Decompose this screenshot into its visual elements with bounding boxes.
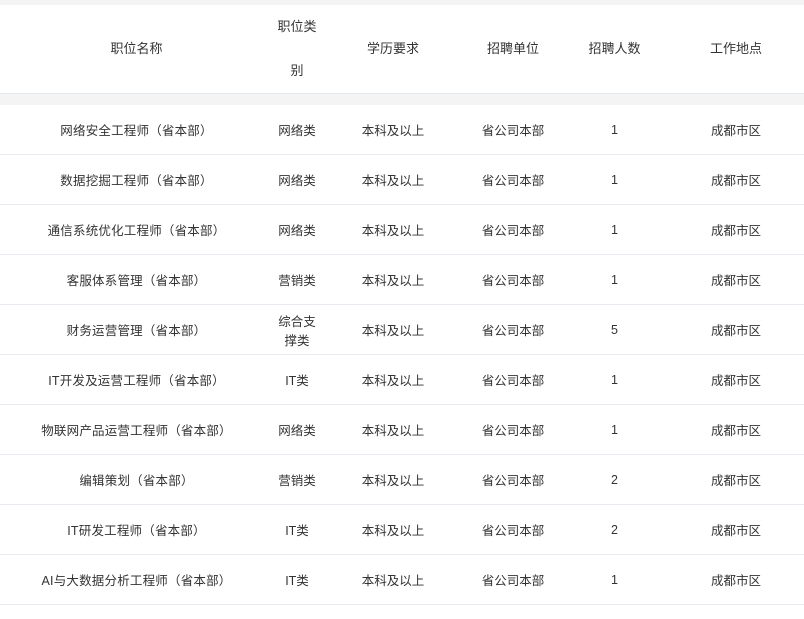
table-header-row: 职位名称 职位类别 学历要求 招聘单位 招聘人数 工作地点 xyxy=(0,5,804,94)
cell-education: 本科及以上 xyxy=(321,404,465,455)
cell-position-name: 物联网产品运营工程师（省本部） xyxy=(0,404,273,455)
cell-position-category: IT类 xyxy=(273,354,321,405)
table-row[interactable]: 数据挖掘工程师（省本部） 网络类 本科及以上 省公司本部 1 成都市区 xyxy=(0,154,804,205)
cell-headcount: 1 xyxy=(561,354,668,405)
cell-recruiting-unit: 省公司本部 xyxy=(465,304,561,355)
cell-recruiting-unit: 省公司本部 xyxy=(465,554,561,605)
cell-position-name: AI与大数据分析工程师（省本部） xyxy=(0,554,273,605)
cell-position-name: 数据挖掘工程师（省本部） xyxy=(0,154,273,205)
cell-recruiting-unit: 省公司本部 xyxy=(465,504,561,555)
cell-position-category: 营销类 xyxy=(273,254,321,305)
cell-headcount: 1 xyxy=(561,254,668,305)
cell-position-name: IT开发及运营工程师（省本部） xyxy=(0,354,273,405)
cell-position-name: IT研发工程师（省本部） xyxy=(0,504,273,555)
header-separator-band xyxy=(0,93,804,105)
cell-education: 本科及以上 xyxy=(321,105,465,155)
table-row[interactable]: AI与大数据分析工程师（省本部） IT类 本科及以上 省公司本部 1 成都市区 xyxy=(0,554,804,605)
table-row[interactable]: 财务运营管理（省本部） 综合支撑类 本科及以上 省公司本部 5 成都市区 xyxy=(0,304,804,355)
cell-work-location: 成都市区 xyxy=(668,254,804,305)
table-row[interactable]: 编辑策划（省本部） 营销类 本科及以上 省公司本部 2 成都市区 xyxy=(0,454,804,505)
cell-position-category: IT类 xyxy=(273,504,321,555)
table-row[interactable]: 通信系统优化工程师（省本部） 网络类 本科及以上 省公司本部 1 成都市区 xyxy=(0,204,804,255)
column-header-headcount[interactable]: 招聘人数 xyxy=(561,5,668,94)
cell-work-location: 成都市区 xyxy=(668,154,804,205)
table-row[interactable]: IT研发工程师（省本部） IT类 本科及以上 省公司本部 2 成都市区 xyxy=(0,504,804,555)
cell-position-category: 网络类 xyxy=(273,204,321,255)
cell-work-location: 成都市区 xyxy=(668,105,804,155)
cell-position-category: 网络类 xyxy=(273,105,321,155)
table-body: 网络安全工程师（省本部） 网络类 本科及以上 省公司本部 1 成都市区 数据挖掘工程师（省本… xyxy=(0,105,804,605)
table-row[interactable]: 网络安全工程师（省本部） 网络类 本科及以上 省公司本部 1 成都市区 xyxy=(0,105,804,155)
cell-position-category: 网络类 xyxy=(273,154,321,205)
cell-recruiting-unit: 省公司本部 xyxy=(465,105,561,155)
cell-position-name: 通信系统优化工程师（省本部） xyxy=(0,204,273,255)
cell-education: 本科及以上 xyxy=(321,154,465,205)
cell-headcount: 1 xyxy=(561,404,668,455)
table-row[interactable]: IT开发及运营工程师（省本部） IT类 本科及以上 省公司本部 1 成都市区 xyxy=(0,354,804,405)
cell-headcount: 1 xyxy=(561,154,668,205)
table-row[interactable]: 客服体系管理（省本部） 营销类 本科及以上 省公司本部 1 成都市区 xyxy=(0,254,804,305)
cell-headcount: 2 xyxy=(561,454,668,505)
cell-headcount: 5 xyxy=(561,304,668,355)
page-root: 职位名称 职位类别 学历要求 招聘单位 招聘人数 工作地点 网络安全工程师（省本… xyxy=(0,0,804,619)
header-separator-band-cell xyxy=(0,93,804,105)
cell-recruiting-unit: 省公司本部 xyxy=(465,154,561,205)
cell-work-location: 成都市区 xyxy=(668,404,804,455)
cell-work-location: 成都市区 xyxy=(668,354,804,405)
cell-recruiting-unit: 省公司本部 xyxy=(465,404,561,455)
cell-position-name: 网络安全工程师（省本部） xyxy=(0,105,273,155)
cell-recruiting-unit: 省公司本部 xyxy=(465,454,561,505)
cell-work-location: 成都市区 xyxy=(668,454,804,505)
cell-position-category: 综合支撑类 xyxy=(273,304,321,355)
cell-work-location: 成都市区 xyxy=(668,554,804,605)
cell-position-category: 网络类 xyxy=(273,404,321,455)
table-row[interactable]: 物联网产品运营工程师（省本部） 网络类 本科及以上 省公司本部 1 成都市区 xyxy=(0,404,804,455)
cell-recruiting-unit: 省公司本部 xyxy=(465,254,561,305)
column-header-recruiting-unit[interactable]: 招聘单位 xyxy=(465,5,561,94)
cell-work-location: 成都市区 xyxy=(668,504,804,555)
cell-headcount: 2 xyxy=(561,504,668,555)
column-header-work-location[interactable]: 工作地点 xyxy=(668,5,804,94)
cell-education: 本科及以上 xyxy=(321,504,465,555)
cell-recruiting-unit: 省公司本部 xyxy=(465,204,561,255)
cell-headcount: 1 xyxy=(561,554,668,605)
cell-education: 本科及以上 xyxy=(321,254,465,305)
cell-recruiting-unit: 省公司本部 xyxy=(465,354,561,405)
cell-education: 本科及以上 xyxy=(321,554,465,605)
cell-education: 本科及以上 xyxy=(321,204,465,255)
column-header-position-name[interactable]: 职位名称 xyxy=(0,5,273,94)
column-header-position-category[interactable]: 职位类别 xyxy=(273,5,321,94)
table-bottom-filler xyxy=(0,605,804,619)
cell-position-category: IT类 xyxy=(273,554,321,605)
cell-work-location: 成都市区 xyxy=(668,204,804,255)
cell-position-name: 财务运营管理（省本部） xyxy=(0,304,273,355)
column-header-education[interactable]: 学历要求 xyxy=(321,5,465,94)
cell-education: 本科及以上 xyxy=(321,454,465,505)
cell-position-name: 编辑策划（省本部） xyxy=(0,454,273,505)
cell-position-name: 客服体系管理（省本部） xyxy=(0,254,273,305)
cell-headcount: 1 xyxy=(561,204,668,255)
cell-position-category: 营销类 xyxy=(273,454,321,505)
cell-education: 本科及以上 xyxy=(321,304,465,355)
cell-education: 本科及以上 xyxy=(321,354,465,405)
cell-work-location: 成都市区 xyxy=(668,304,804,355)
table-header: 职位名称 职位类别 学历要求 招聘单位 招聘人数 工作地点 xyxy=(0,5,804,105)
cell-headcount: 1 xyxy=(561,105,668,155)
recruitment-position-table: 职位名称 职位类别 学历要求 招聘单位 招聘人数 工作地点 网络安全工程师（省本… xyxy=(0,5,804,605)
